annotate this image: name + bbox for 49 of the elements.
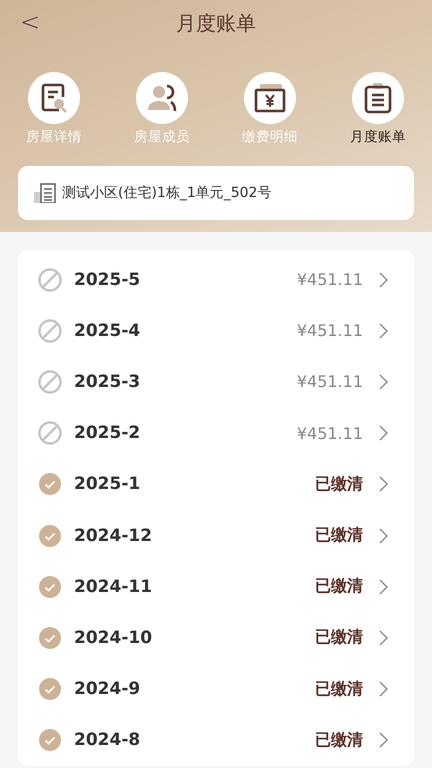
bill-month: 2024-10 xyxy=(74,628,154,648)
bill-row[interactable]: 2024-12 已缴清 xyxy=(18,510,414,562)
nav-tab[interactable]: 月度账单 xyxy=(338,72,418,146)
document-search-icon xyxy=(39,82,69,114)
users-icon xyxy=(146,83,178,113)
paid-status: 已缴清 xyxy=(315,474,363,495)
paid-status: 已缴清 xyxy=(315,525,363,546)
bill-row[interactable]: 2024-10 已缴清 xyxy=(18,612,414,664)
paid-status: 已缴清 xyxy=(315,678,363,700)
bill-month: 2024-9 xyxy=(74,679,142,700)
bill-row[interactable]: 2025-2 ¥451.11 xyxy=(18,408,414,459)
chevron-right-icon xyxy=(379,425,388,442)
back-button[interactable]: < xyxy=(20,8,40,36)
bill-amount: ¥451.11 xyxy=(296,270,363,290)
bill-month: 2024-11 xyxy=(74,576,154,597)
bill-month: 2025-5 xyxy=(74,270,142,290)
chevron-right-icon xyxy=(379,578,388,595)
bill-month: 2025-2 xyxy=(74,423,142,444)
building-icon xyxy=(34,183,56,203)
bill-amount: ¥451.11 xyxy=(296,372,363,392)
bill-month: 2025-1 xyxy=(74,474,142,494)
bill-row[interactable]: 2025-5 ¥451.11 xyxy=(18,254,414,306)
bill-row[interactable]: 2024-8 已缴清 xyxy=(18,714,414,766)
bill-row[interactable]: 2025-1 已缴清 xyxy=(18,458,414,510)
chevron-right-icon xyxy=(379,681,388,698)
bill-row[interactable]: 2025-4 ¥451.11 xyxy=(18,305,414,356)
bill-row[interactable]: 2025-3 ¥451.11 xyxy=(18,356,414,408)
bill-month: 2025-3 xyxy=(74,372,142,392)
bill-row[interactable]: 2024-11 已缴清 xyxy=(18,561,414,612)
paid-status: 已缴清 xyxy=(315,730,363,751)
paid-status: 已缴清 xyxy=(315,627,363,648)
chevron-right-icon xyxy=(379,630,388,646)
chevron-right-icon xyxy=(379,732,388,748)
bill-month: 2025-4 xyxy=(74,320,142,341)
chevron-right-icon xyxy=(379,528,388,544)
bill-amount: ¥451.11 xyxy=(296,424,363,443)
chevron-right-icon xyxy=(379,374,388,390)
chevron-right-icon xyxy=(379,322,388,339)
address-text: 测试小区(住宅)1栋_1单元_502号 xyxy=(62,184,272,202)
paid-status: 已缴清 xyxy=(315,576,363,598)
clipboard-icon xyxy=(363,82,393,114)
bill-amount: ¥451.11 xyxy=(296,321,363,340)
wallet-yuan-icon xyxy=(253,83,287,113)
bill-month: 2024-8 xyxy=(74,730,142,750)
chevron-right-icon xyxy=(379,476,388,492)
bill-month: 2024-12 xyxy=(74,526,154,546)
bill-row[interactable]: 2024-9 已缴清 xyxy=(18,664,414,715)
chevron-right-icon xyxy=(379,272,388,288)
page-title: 月度账单 xyxy=(176,10,256,36)
